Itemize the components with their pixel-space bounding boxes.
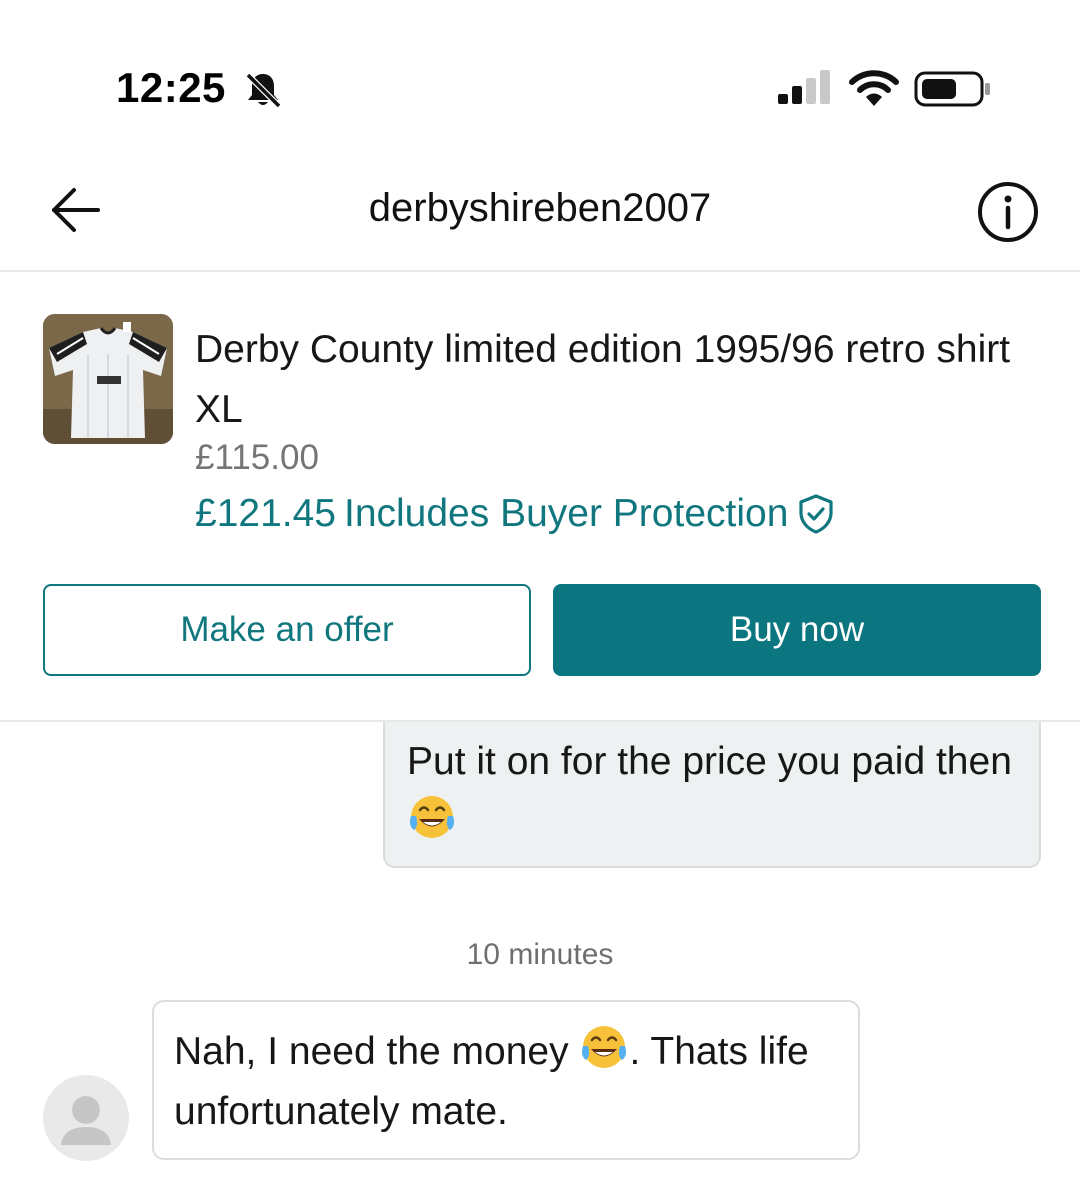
- avatar[interactable]: [43, 1075, 129, 1161]
- tears-of-joy-emoji: [410, 796, 454, 838]
- signal-icon: [778, 70, 830, 104]
- message-timestamp: 10 minutes: [466, 938, 614, 971]
- conversation-title: derbyshireben2007: [368, 186, 712, 230]
- shirt-image: [43, 314, 173, 444]
- item-title[interactable]: Derby County limited edition 1995/96 ret…: [195, 320, 1035, 440]
- total-price: £121.45: [195, 491, 336, 535]
- shield-check-icon: [799, 494, 833, 534]
- battery-icon: [914, 71, 990, 107]
- info-icon[interactable]: [976, 180, 1040, 244]
- bell-muted-icon: [245, 72, 282, 109]
- item-thumbnail[interactable]: [43, 314, 173, 444]
- chat-thread[interactable]: Put it on for the price you paid then 10…: [0, 722, 1080, 1200]
- buyer-protection-label: Includes Buyer Protection: [343, 491, 789, 535]
- conversation-header: derbyshireben2007: [0, 150, 1080, 272]
- status-time: 12:25: [116, 64, 226, 111]
- status-bar: 12:25: [0, 0, 1080, 140]
- wifi-icon: [849, 70, 899, 106]
- message-text: Put it on for the price you paid then: [407, 740, 1012, 783]
- buyer-protection-row[interactable]: £121.45 Includes Buyer Protection: [195, 490, 836, 536]
- default-avatar-icon: [61, 1096, 111, 1145]
- buy-now-button[interactable]: Buy now: [553, 584, 1041, 676]
- item-price: £115.00: [195, 438, 319, 477]
- item-card: Derby County limited edition 1995/96 ret…: [0, 272, 1080, 722]
- message-text: Nah, I need the money: [174, 1030, 580, 1073]
- make-offer-button[interactable]: Make an offer: [43, 584, 531, 676]
- tears-of-joy-emoji: [582, 1026, 627, 1068]
- message-bubble-other[interactable]: Nah, I need the money . Thats life unfor…: [152, 1000, 860, 1160]
- message-bubble-own[interactable]: Put it on for the price you paid then: [383, 722, 1041, 868]
